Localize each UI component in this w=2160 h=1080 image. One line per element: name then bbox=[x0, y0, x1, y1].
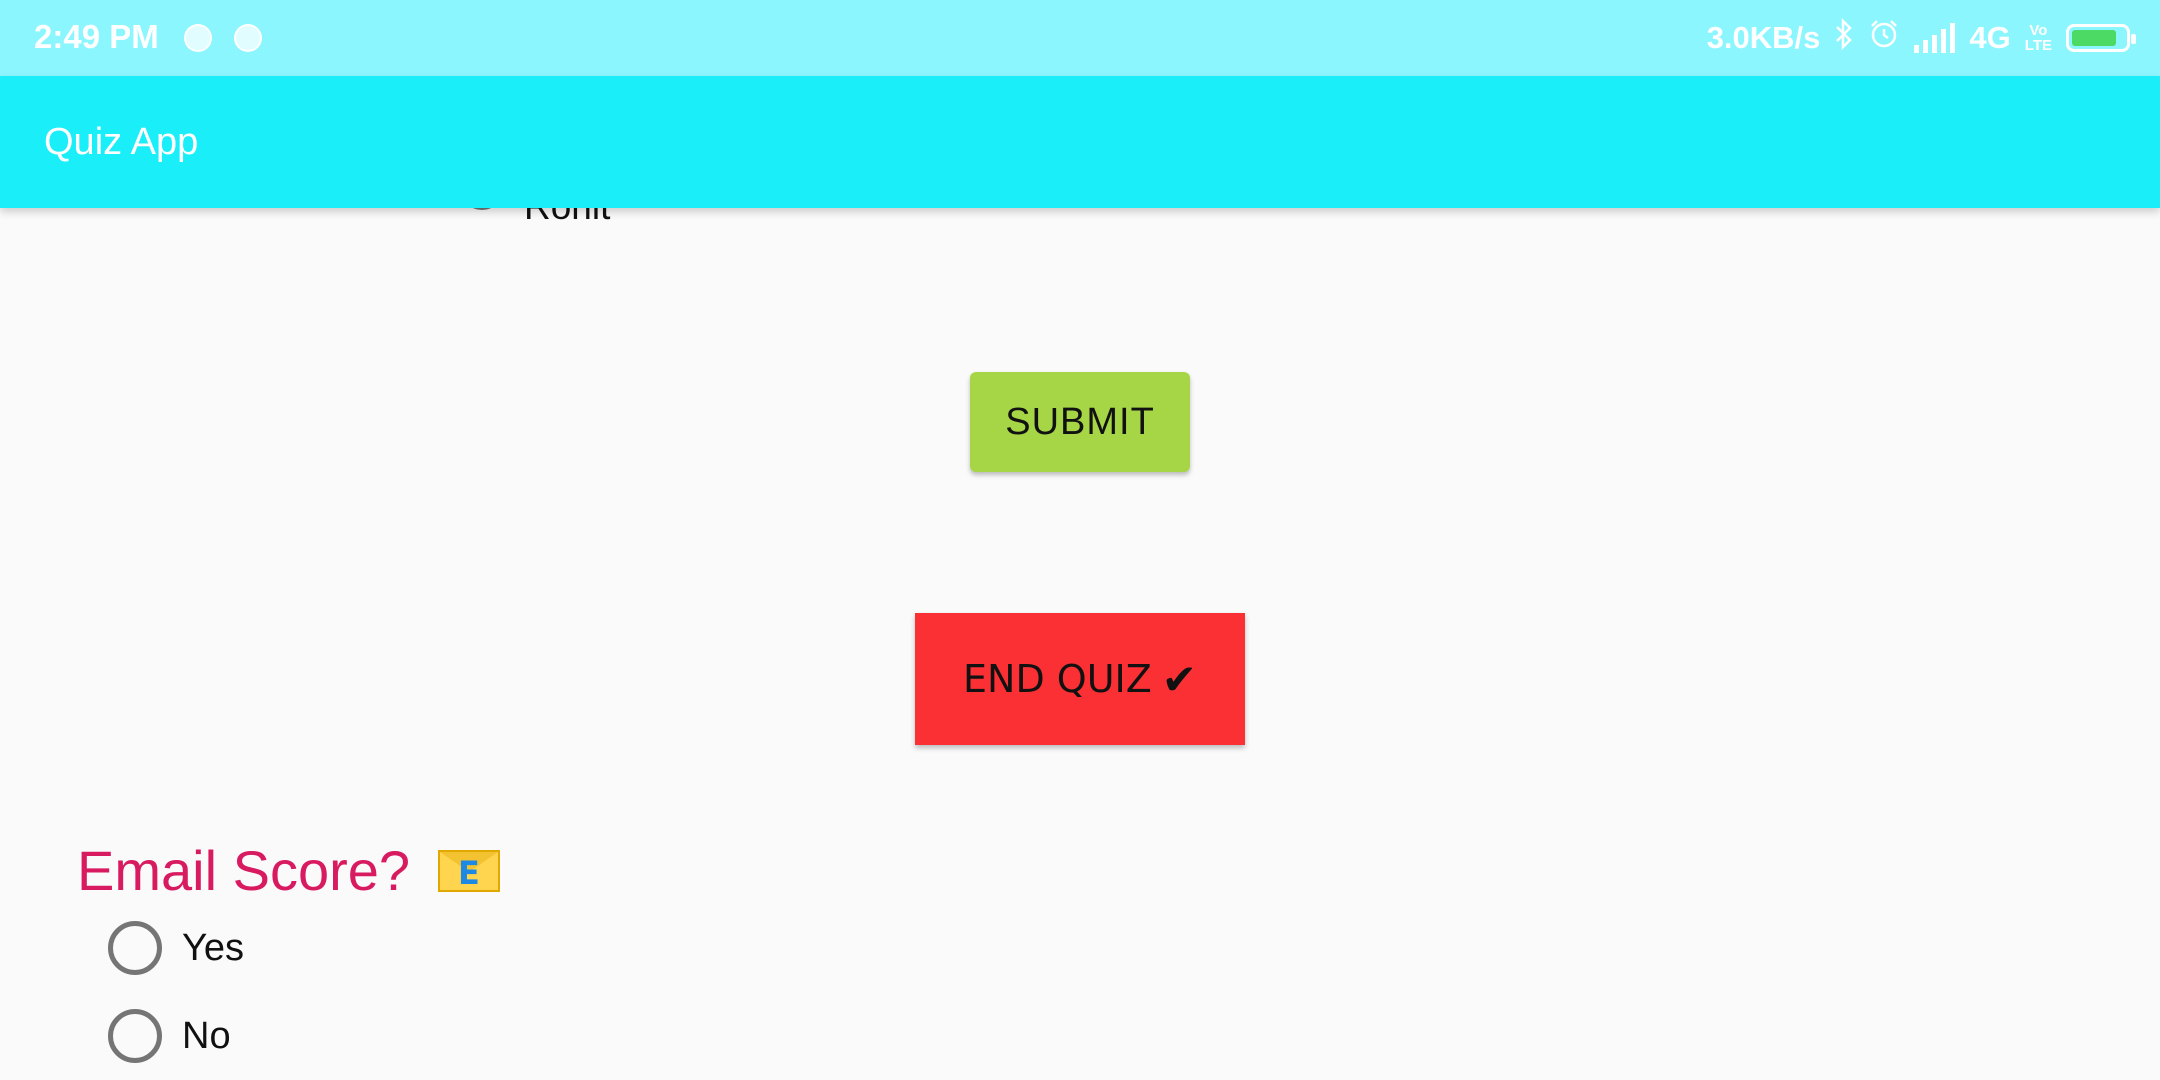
radio-button-icon[interactable] bbox=[108, 1009, 162, 1063]
option-label: No bbox=[182, 1014, 231, 1057]
network-type: 4G bbox=[1969, 20, 2011, 55]
submit-button-label: SUBMIT bbox=[1005, 400, 1155, 443]
status-bar: 2:49 PM 3.0KB/s 4G Vo LTE bbox=[0, 0, 2160, 76]
status-indicators: 3.0KB/s 4G Vo LTE bbox=[1706, 16, 2136, 60]
radio-button-icon[interactable] bbox=[108, 921, 162, 975]
end-quiz-button[interactable]: END QUIZ ✔ bbox=[915, 613, 1245, 745]
email-option-no[interactable]: No bbox=[108, 1009, 231, 1063]
battery-icon bbox=[2066, 24, 2136, 52]
notification-dot-icon bbox=[234, 24, 262, 52]
end-quiz-button-label: END QUIZ bbox=[963, 657, 1152, 701]
submit-button[interactable]: SUBMIT bbox=[970, 372, 1190, 472]
option-label: Yes bbox=[182, 926, 244, 969]
status-time: 2:49 PM bbox=[34, 18, 159, 55]
checkmark-icon: ✔ bbox=[1161, 654, 1197, 704]
envelope-icon: E bbox=[438, 849, 501, 892]
volte-icon: Vo LTE bbox=[2024, 22, 2052, 54]
app-title: Quiz App bbox=[44, 121, 199, 163]
network-speed: 3.0KB/s bbox=[1706, 20, 1821, 55]
signal-strength-icon bbox=[1914, 23, 1956, 53]
notification-dot-icon bbox=[184, 24, 212, 52]
email-score-title: Email Score? bbox=[77, 839, 411, 902]
app-bar: Quiz App bbox=[0, 76, 2160, 208]
email-option-yes[interactable]: Yes bbox=[108, 921, 244, 975]
bluetooth-icon bbox=[1834, 17, 1854, 58]
email-score-heading: Email Score? E bbox=[77, 838, 501, 903]
alarm-icon bbox=[1868, 18, 1900, 58]
